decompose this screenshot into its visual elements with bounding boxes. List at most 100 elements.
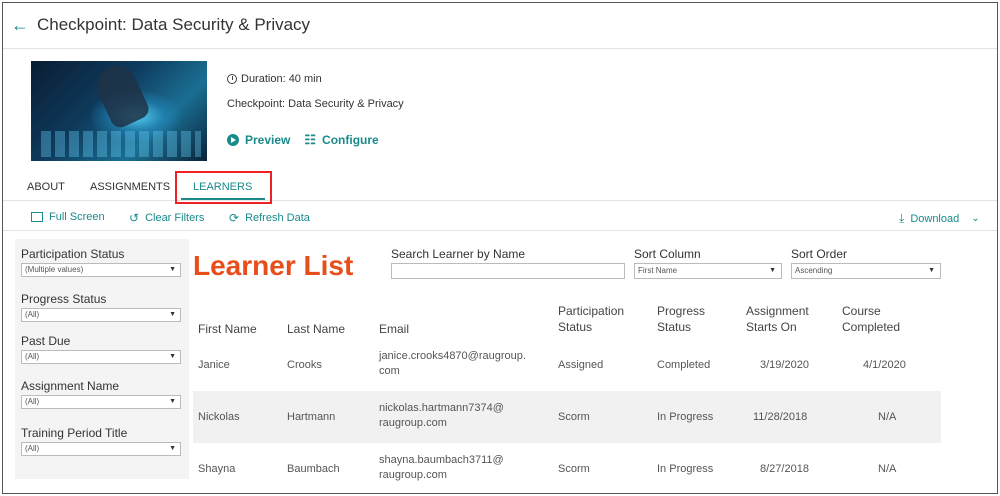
table-row[interactable]: Shayna Baumbach shayna.baumbach3711@ rau… (193, 443, 941, 493)
filter-value: (All) (25, 397, 40, 406)
cell-email-line2: raugroup.com (379, 417, 447, 429)
play-icon (227, 134, 239, 146)
course-subtitle: Checkpoint: Data Security & Privacy (227, 98, 404, 110)
preview-button[interactable]: Preview (227, 132, 290, 148)
tab-about[interactable]: ABOUT (27, 181, 65, 193)
column-header-line1: Participation (558, 304, 625, 318)
download-label: Download (910, 212, 960, 225)
column-header-line2: Completed (842, 320, 901, 334)
sort-column-value: First Name (638, 266, 678, 275)
filter-value: (Multiple values) (25, 265, 84, 274)
cell-last-name: Hartmann (287, 411, 336, 423)
sort-column-select[interactable]: First Name ▼ (634, 263, 782, 279)
column-header-course-completed[interactable]: Course Completed (842, 303, 900, 335)
filter-label-assignment: Assignment Name (21, 379, 120, 393)
table-row[interactable]: Janice Crooks janice.crooks4870@raugroup… (193, 339, 941, 391)
cell-email-line2: raugroup.com (379, 469, 447, 481)
configure-label: Configure (322, 133, 379, 147)
cell-assignment-starts-on: 8/27/2018 (760, 463, 809, 475)
sort-column-label: Sort Column (634, 247, 701, 261)
column-header-line1: Course (842, 304, 881, 318)
app-frame: ← Checkpoint: Data Security & Privacy Du… (2, 2, 998, 494)
caret-down-icon: ▼ (169, 353, 176, 360)
sort-order-label: Sort Order (791, 247, 848, 261)
download-button[interactable]: ⤓ Download ⌄ (899, 211, 980, 226)
clock-icon (227, 74, 237, 84)
filter-value: (All) (25, 444, 40, 453)
cell-first-name: Nickolas (198, 411, 240, 423)
cell-first-name: Shayna (198, 463, 236, 475)
search-label: Search Learner by Name (391, 247, 526, 261)
full-screen-label: Full Screen (49, 211, 105, 223)
caret-down-icon: ▼ (169, 266, 176, 273)
caret-down-icon: ▼ (928, 267, 935, 274)
filter-label-past-due: Past Due (21, 334, 71, 348)
cell-email-line1: nickolas.hartmann7374@ (379, 402, 504, 414)
configure-button[interactable]: ☷ Configure (304, 132, 378, 148)
full-screen-button[interactable]: Full Screen (31, 211, 105, 223)
cell-last-name: Crooks (287, 359, 322, 371)
column-header-line1: Assignment (746, 304, 809, 318)
filter-select-progress[interactable]: (All) ▼ (21, 308, 181, 322)
filter-select-training-period[interactable]: (All) ▼ (21, 442, 181, 456)
page-title: Checkpoint: Data Security & Privacy (37, 15, 311, 34)
cell-email: nickolas.hartmann7374@ raugroup.com (379, 401, 504, 431)
course-actions: Preview ☷ Configure (227, 132, 379, 148)
filter-label-progress: Progress Status (21, 292, 107, 306)
sort-order-select[interactable]: Ascending ▼ (791, 263, 941, 279)
tab-bar: ABOUT ASSIGNMENTS LEARNERS (3, 173, 997, 201)
learner-list-title: Learner List (193, 250, 354, 281)
cell-assignment-starts-on: 3/19/2020 (760, 359, 809, 371)
duration-row: Duration: 40 min (227, 73, 322, 85)
back-arrow-icon[interactable]: ← (11, 15, 29, 36)
search-input[interactable] (391, 263, 625, 279)
column-header-assignment-starts-on[interactable]: Assignment Starts On (746, 303, 809, 335)
preview-label: Preview (245, 133, 291, 147)
column-header-line2: Status (558, 320, 593, 334)
caret-down-icon: ▼ (169, 311, 176, 318)
filter-select-assignment[interactable]: (All) ▼ (21, 395, 181, 409)
cell-course-completed: N/A (878, 463, 897, 475)
filter-label-training-period: Training Period Title (21, 426, 128, 440)
column-header-participation-status[interactable]: Participation Status (558, 303, 624, 335)
filters-panel: Participation Status (Multiple values) ▼… (15, 239, 189, 479)
cell-participation-status: Scorm (558, 411, 590, 423)
cell-course-completed: 4/1/2020 (863, 359, 906, 371)
column-header-progress-status[interactable]: Progress Status (657, 303, 705, 335)
course-thumbnail (31, 61, 207, 161)
cell-progress-status: Completed (657, 359, 711, 371)
filter-select-past-due[interactable]: (All) ▼ (21, 350, 181, 364)
refresh-icon: ⟳ (229, 211, 240, 225)
table-row[interactable]: Nickolas Hartmann nickolas.hartmann7374@… (193, 391, 941, 443)
sliders-icon: ☷ (304, 132, 317, 147)
column-header-line1: Progress (657, 304, 706, 318)
cell-assignment-starts-on: 11/28/2018 (753, 411, 808, 423)
fullscreen-icon (31, 212, 43, 222)
cell-progress-status: In Progress (657, 463, 714, 475)
cell-email-line1: janice.crooks4870@raugroup. (379, 350, 526, 362)
filter-value: (All) (25, 352, 40, 361)
filter-value: (All) (25, 310, 40, 319)
clear-filters-label: Clear Filters (145, 212, 205, 224)
download-icon: ⤓ (899, 211, 905, 225)
thumbnail-keyboard (41, 131, 201, 157)
cell-progress-status: In Progress (657, 411, 714, 423)
caret-down-icon: ▼ (769, 267, 776, 274)
cell-email-line1: shayna.baumbach3711@ (379, 454, 504, 466)
column-header-line2: Email (379, 322, 410, 336)
cell-first-name: Janice (198, 359, 230, 371)
cell-participation-status: Assigned (558, 359, 604, 371)
learners-tab-highlight (175, 171, 272, 204)
duration-text: Duration: 40 min (241, 73, 322, 85)
cell-email: shayna.baumbach3711@ raugroup.com (379, 453, 504, 483)
column-header-line2: Starts On (746, 320, 797, 334)
tab-assignments[interactable]: ASSIGNMENTS (90, 181, 170, 193)
filter-select-participation[interactable]: (Multiple values) ▼ (21, 263, 181, 277)
page-header: ← Checkpoint: Data Security & Privacy (3, 3, 997, 49)
clear-filters-button[interactable]: ↺ Clear Filters (129, 211, 204, 225)
refresh-data-button[interactable]: ⟳ Refresh Data (229, 211, 310, 225)
refresh-data-label: Refresh Data (245, 212, 310, 224)
caret-down-icon: ▼ (169, 445, 176, 452)
column-header-line2: First Name (198, 322, 257, 336)
cell-participation-status: Scorm (558, 463, 590, 475)
